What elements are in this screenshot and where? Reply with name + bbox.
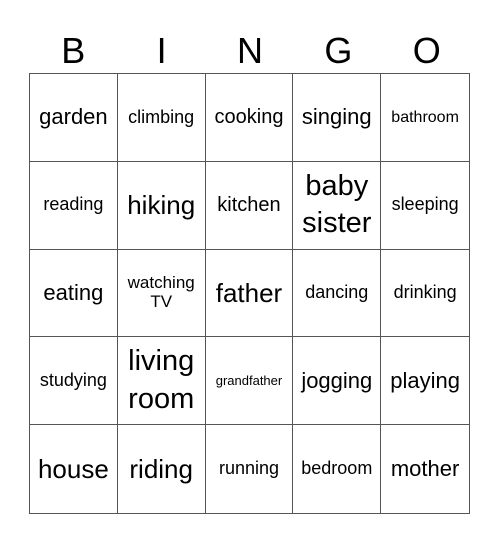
bingo-cell[interactable]: jogging <box>293 337 382 426</box>
bingo-cell[interactable]: eating <box>30 249 118 338</box>
bingo-cell[interactable]: bathroom <box>381 74 469 162</box>
bingo-grid: garden climbing cooking singing bathroom… <box>29 73 470 514</box>
header-letter-n: N <box>236 30 263 71</box>
header-letter-i: I <box>156 30 167 71</box>
bingo-cell[interactable]: running <box>206 425 294 513</box>
bingo-cell[interactable]: mother <box>381 425 469 513</box>
bingo-cell[interactable]: reading <box>30 161 118 250</box>
bingo-cell[interactable]: father <box>205 249 294 338</box>
bingo-cell[interactable]: garden <box>30 74 118 162</box>
bingo-cell[interactable]: baby sister <box>293 161 382 250</box>
bingo-cell[interactable]: singing <box>293 74 382 162</box>
bingo-cell[interactable]: riding <box>118 425 206 513</box>
bingo-cell[interactable]: cooking <box>205 74 294 162</box>
bingo-cell[interactable]: playing <box>381 337 469 426</box>
bingo-cell[interactable]: sleeping <box>381 162 469 250</box>
bingo-cell[interactable]: kitchen <box>205 161 294 250</box>
header-letter-o: O <box>412 30 441 71</box>
bingo-cell[interactable]: bedroom <box>293 425 382 513</box>
bingo-cell[interactable]: grandfather <box>205 337 294 426</box>
bingo-cell[interactable]: studying <box>30 337 118 426</box>
header-letter-g: G <box>324 30 353 71</box>
bingo-cell[interactable]: watching TV <box>117 249 206 338</box>
bingo-cell[interactable]: hiking <box>117 161 206 250</box>
bingo-cell[interactable]: climbing <box>117 74 206 162</box>
bingo-cell[interactable]: drinking <box>381 250 469 338</box>
bingo-cell[interactable]: living room <box>117 337 206 426</box>
bingo-cell[interactable]: dancing <box>293 249 382 338</box>
header-letter-b: B <box>61 30 86 71</box>
bingo-header: B I N G O <box>29 30 471 72</box>
bingo-cell[interactable]: house <box>30 425 118 513</box>
